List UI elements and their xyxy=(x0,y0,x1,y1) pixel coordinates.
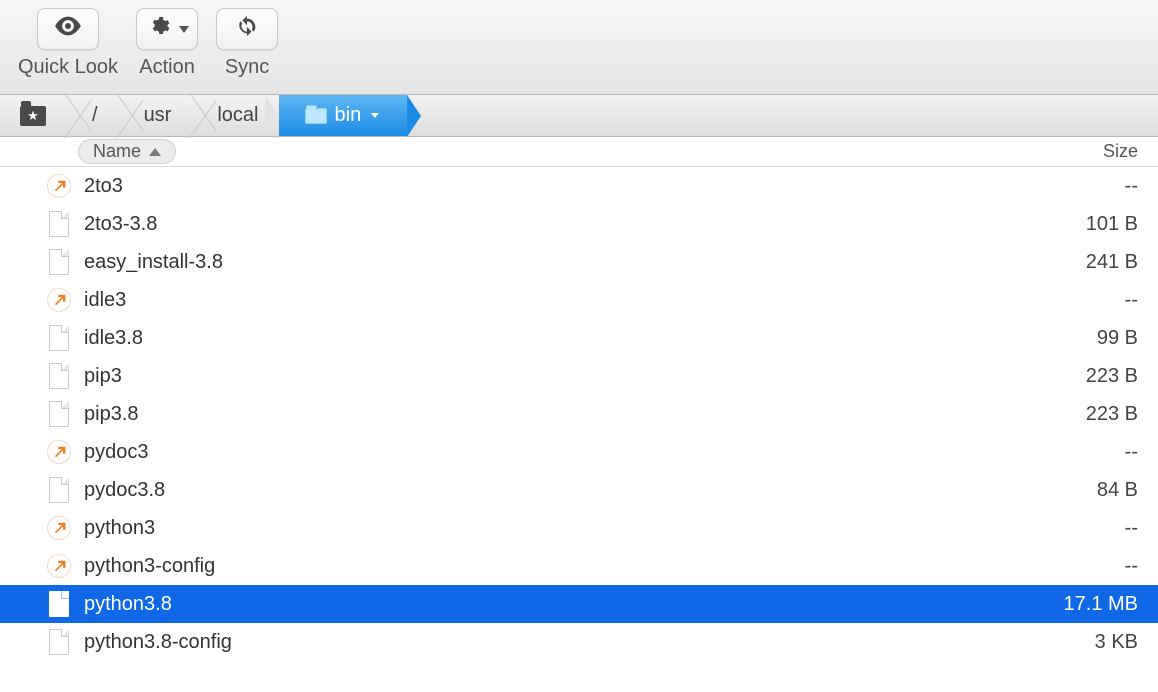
file-name: idle3.8 xyxy=(84,327,1097,350)
file-row[interactable]: python3.8-config3 KB xyxy=(0,623,1158,661)
toolbar-action: Action xyxy=(136,8,198,79)
column-name-label: Name xyxy=(93,141,141,162)
file-icon xyxy=(46,324,72,352)
gear-icon xyxy=(145,15,173,43)
file-row[interactable]: 2to3-- xyxy=(0,167,1158,205)
file-size: -- xyxy=(1125,441,1138,464)
sync-label: Sync xyxy=(225,56,269,79)
quicklook-button[interactable] xyxy=(37,8,99,50)
file-name: 2to3 xyxy=(84,175,1125,198)
file-name: idle3 xyxy=(84,289,1125,312)
path-segment-label: local xyxy=(217,104,258,127)
symlink-icon xyxy=(46,514,72,542)
file-name: pydoc3 xyxy=(84,441,1125,464)
file-name: pip3.8 xyxy=(84,403,1086,426)
file-row[interactable]: python3.817.1 MB xyxy=(0,585,1158,623)
favorites-icon: ★ xyxy=(20,106,46,126)
file-list: 2to3--2to3-3.8101 Beasy_install-3.8241 B… xyxy=(0,167,1158,661)
toolbar-sync: Sync xyxy=(216,8,278,79)
path-segment-label: usr xyxy=(144,104,172,127)
action-label: Action xyxy=(139,56,195,79)
path-segment[interactable]: / xyxy=(66,95,118,136)
file-row[interactable]: pip3.8223 B xyxy=(0,395,1158,433)
quicklook-label: Quick Look xyxy=(18,56,118,79)
path-root-favorites[interactable]: ★ xyxy=(10,95,66,136)
column-size-label: Size xyxy=(1103,141,1138,161)
file-row[interactable]: python3-- xyxy=(0,509,1158,547)
sync-icon xyxy=(233,15,261,43)
column-header: Name Size xyxy=(0,137,1158,167)
file-icon xyxy=(46,362,72,390)
file-icon xyxy=(46,628,72,656)
file-size: 241 B xyxy=(1086,251,1138,274)
symlink-icon xyxy=(46,438,72,466)
column-name[interactable]: Name xyxy=(78,139,176,164)
column-size[interactable]: Size xyxy=(1103,141,1138,162)
file-name: python3 xyxy=(84,517,1125,540)
action-button[interactable] xyxy=(136,8,198,50)
file-size: -- xyxy=(1125,289,1138,312)
file-size: 99 B xyxy=(1097,327,1138,350)
file-name: python3.8 xyxy=(84,593,1064,616)
file-row[interactable]: easy_install-3.8241 B xyxy=(0,243,1158,281)
file-name: pydoc3.8 xyxy=(84,479,1097,502)
file-row[interactable]: pip3223 B xyxy=(0,357,1158,395)
file-row[interactable]: pydoc3-- xyxy=(0,433,1158,471)
eye-icon xyxy=(54,15,82,43)
sync-button[interactable] xyxy=(216,8,278,50)
path-current[interactable]: bin xyxy=(279,95,408,136)
symlink-icon xyxy=(46,552,72,580)
symlink-icon xyxy=(46,286,72,314)
chevron-down-icon xyxy=(179,26,189,33)
file-row[interactable]: pydoc3.884 B xyxy=(0,471,1158,509)
folder-icon xyxy=(305,108,327,124)
file-size: 17.1 MB xyxy=(1064,593,1138,616)
path-bar: ★ / usr local bin xyxy=(0,95,1158,137)
file-icon xyxy=(46,400,72,428)
file-size: -- xyxy=(1125,175,1138,198)
file-size: -- xyxy=(1125,517,1138,540)
file-size: 84 B xyxy=(1097,479,1138,502)
file-row[interactable]: python3-config-- xyxy=(0,547,1158,585)
file-name: easy_install-3.8 xyxy=(84,251,1086,274)
file-size: 223 B xyxy=(1086,403,1138,426)
file-icon xyxy=(46,210,72,238)
file-size: 101 B xyxy=(1086,213,1138,236)
file-name: python3-config xyxy=(84,555,1125,578)
toolbar-quicklook: Quick Look xyxy=(18,8,118,79)
file-name: python3.8-config xyxy=(84,631,1095,654)
file-row[interactable]: idle3.899 B xyxy=(0,319,1158,357)
file-name: pip3 xyxy=(84,365,1086,388)
chevron-down-icon xyxy=(371,113,379,118)
file-icon xyxy=(46,248,72,276)
path-segment-label: / xyxy=(92,104,98,127)
path-current-label: bin xyxy=(335,104,362,127)
file-row[interactable]: idle3-- xyxy=(0,281,1158,319)
file-name: 2to3-3.8 xyxy=(84,213,1086,236)
file-row[interactable]: 2to3-3.8101 B xyxy=(0,205,1158,243)
file-icon xyxy=(46,476,72,504)
symlink-icon xyxy=(46,172,72,200)
path-segment[interactable]: usr xyxy=(118,95,192,136)
file-size: 3 KB xyxy=(1095,631,1138,654)
file-size: -- xyxy=(1125,555,1138,578)
file-icon xyxy=(46,590,72,618)
toolbar: Quick Look Action Sync xyxy=(0,0,1158,95)
sort-asc-icon xyxy=(149,148,161,156)
file-size: 223 B xyxy=(1086,365,1138,388)
